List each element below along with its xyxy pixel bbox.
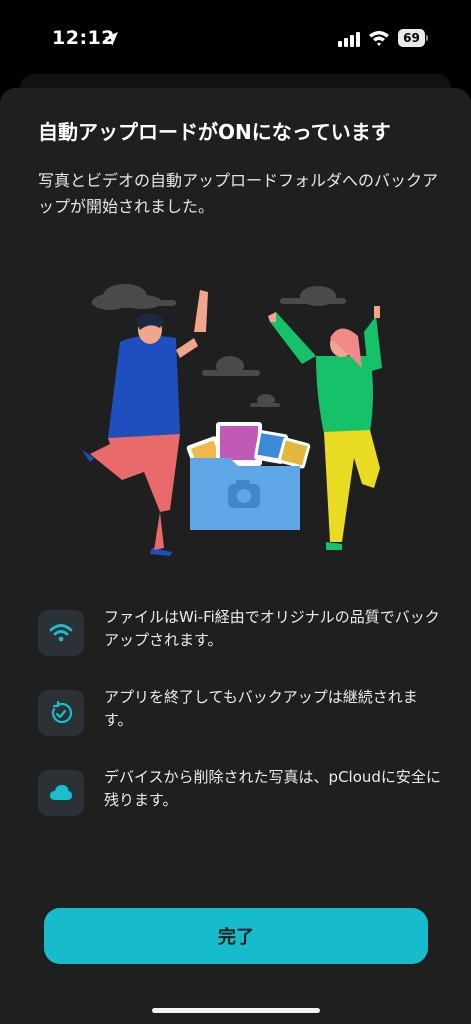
feature-item-background: アプリを終了してもバックアップは継続されます。 — [38, 688, 448, 740]
dialog-subtitle: 写真とビデオの自動アップロードフォルダへのバックアップが開始されました。 — [38, 171, 439, 216]
celebration-illustration — [82, 284, 382, 556]
home-indicator[interactable] — [152, 1008, 320, 1013]
feature-text-background: アプリを終了してもバックアップは継続されます。 — [104, 688, 418, 729]
sync-feature-tile — [38, 690, 84, 736]
feature-item-safe: デバイスから削除された写真は、pCloudに安全に残ります。 — [38, 768, 448, 820]
photo-folder-illustration — [186, 422, 311, 530]
man-figure — [82, 290, 208, 556]
dialog-title: 自動アップロードがONになっています — [38, 120, 391, 144]
cloud-icon — [50, 785, 72, 800]
wifi-status-icon — [369, 31, 389, 46]
wifi-feature-tile — [38, 610, 84, 656]
feature-text-safe: デバイスから削除された写真は、pCloudに安全に残ります。 — [104, 768, 441, 809]
battery-level: 69 — [403, 31, 420, 45]
feature-item-wifi: ファイルはWi-Fi経由でオリジナルの品質でバックアップされます。 — [38, 608, 448, 660]
feature-text-wifi: ファイルはWi-Fi経由でオリジナルの品質でバックアップされます。 — [104, 608, 440, 649]
wifi-icon — [49, 624, 73, 642]
location-arrow-icon — [104, 32, 118, 46]
battery-indicator: 69 — [398, 29, 428, 47]
cellular-signal-icon — [338, 32, 360, 47]
sync-icon — [51, 701, 73, 724]
cloud-feature-tile — [38, 770, 84, 816]
status-bar: 12:12 69 — [0, 0, 471, 70]
done-button[interactable]: 完了 — [44, 908, 428, 964]
